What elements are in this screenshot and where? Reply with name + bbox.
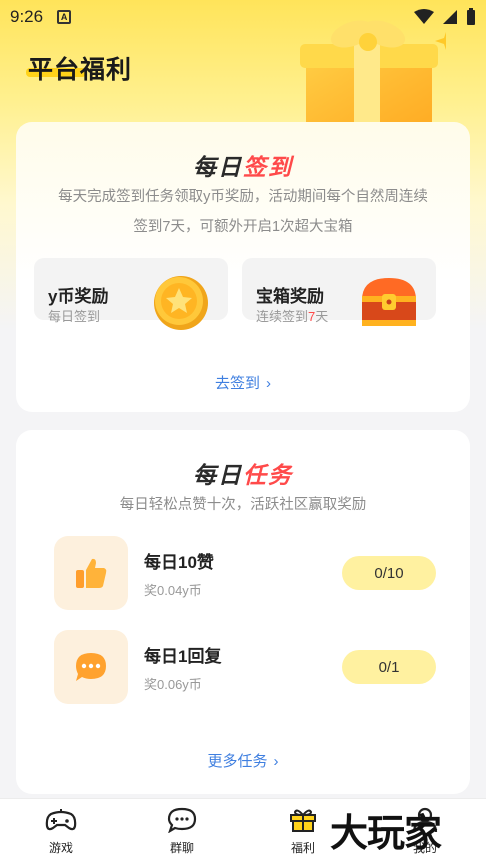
chevron-right-icon: › [273,753,279,770]
task-icon-container [54,630,128,704]
chat-icon [167,807,197,833]
notification-icon: A [57,10,72,24]
task-icon-container [54,536,128,610]
tab-group-chat[interactable]: 群聊 [137,807,227,856]
gamepad-icon [45,809,77,831]
watermark-logo: 大玩家 [330,811,442,855]
task-progress-button[interactable]: 0/10 [342,556,436,590]
task-name: 每日10赞 [144,553,214,572]
tab-games[interactable]: 游戏 [16,807,106,856]
page-title: 平台福利 [28,56,133,84]
reward-subtitle: 每日签到 [48,309,101,324]
gift-icon [290,809,316,832]
daily-task-description: 每日轻松点赞十次，活跃社区赢取奖励 [119,497,367,513]
task-row: 每日1回复 奖0.06y币 0/1 [52,630,436,706]
thumbs-up-icon [76,558,107,588]
reward-treasure-chest: 宝箱奖励 连续签到7天 [242,258,436,326]
coin-icon [154,276,208,330]
chevron-right-icon: › [266,375,271,392]
daily-task-title: 每日任务 [193,462,293,488]
reward-y-coin: y币奖励 每日签到 [34,258,228,330]
sign-in-description: 每天完成签到任务领取y币奖励，活动期间每个自然周连续 签到7天，可额外开启1次超… [58,189,428,235]
task-reward: 奖0.06y币 [144,677,202,692]
task-name: 每日1回复 [144,647,222,666]
daily-sign-in-card: 每日签到 每天完成签到任务领取y币奖励，活动期间每个自然周连续 签到7天，可额外… [16,122,470,412]
task-reward: 奖0.04y币 [144,583,202,598]
battery-icon [467,8,475,25]
more-tasks-link[interactable]: 更多任务 › [16,750,470,771]
go-sign-in-link[interactable]: 去签到 › [16,372,470,393]
task-row: 每日10赞 奖0.04y币 0/10 [52,536,436,612]
reward-subtitle: 连续签到7天 [256,309,329,324]
task-progress-button[interactable]: 0/1 [342,650,436,684]
gift-box-illustration-icon [300,20,446,124]
treasure-chest-icon [362,278,416,326]
status-time: 9:26 [10,7,44,26]
reward-name: y币奖励 [48,287,109,306]
reward-name: 宝箱奖励 [256,287,324,306]
daily-task-card: 每日任务 每日轻松点赞十次，活跃社区赢取奖励 每日10赞 奖0.04y币 0/1… [16,430,470,794]
sign-in-title: 每日签到 [193,154,293,180]
chat-bubble-icon [76,653,106,681]
